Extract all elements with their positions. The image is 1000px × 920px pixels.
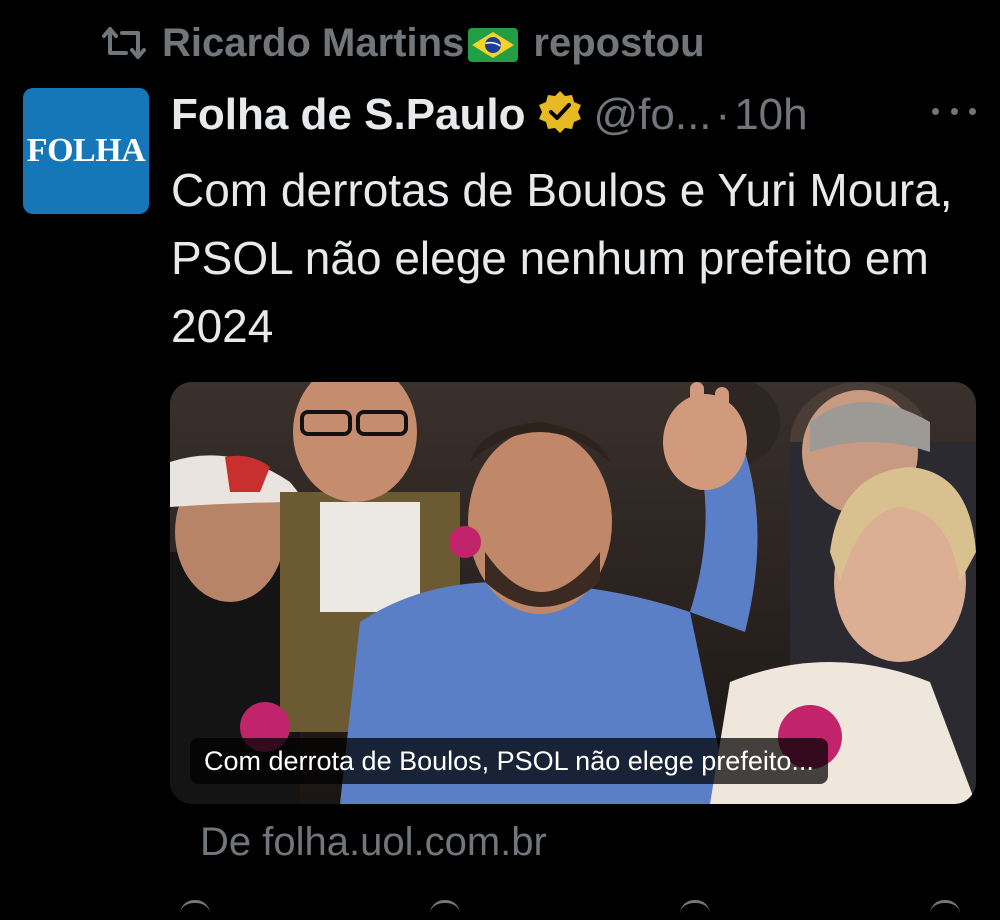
repost-header[interactable]: Ricardo Martins repostou [100, 18, 705, 68]
like-icon[interactable] [680, 900, 710, 915]
author-handle[interactable]: @fo... [594, 90, 712, 140]
repost-action-icon[interactable] [430, 900, 460, 915]
repost-icon [100, 23, 148, 63]
brazil-flag-icon [468, 27, 519, 62]
tweet-actions [180, 900, 960, 920]
avatar-logo-text: FOLHA [26, 132, 146, 169]
card-source[interactable]: De folha.uol.com.br [200, 820, 547, 865]
share-icon[interactable] [930, 900, 960, 915]
verified-badge-icon [536, 89, 584, 142]
avatar[interactable]: FOLHA [23, 88, 149, 214]
meta-separator: · [715, 90, 731, 139]
tweet-header: Folha de S.Paulo @fo... · 10h [171, 86, 981, 144]
more-options-icon[interactable] [932, 96, 976, 126]
tweet-text: Com derrotas de Boulos e Yuri Moura, PSO… [171, 164, 953, 352]
author-name[interactable]: Folha de S.Paulo [171, 90, 526, 140]
link-card[interactable]: Com derrota de Boulos, PSOL não elege pr… [170, 382, 976, 804]
tweet-timestamp[interactable]: 10h [734, 90, 807, 140]
repost-user[interactable]: Ricardo Martins [162, 21, 464, 65]
reply-icon[interactable] [180, 900, 210, 915]
card-caption: Com derrota de Boulos, PSOL não elege pr… [190, 738, 828, 784]
repost-action: repostou [533, 20, 705, 65]
